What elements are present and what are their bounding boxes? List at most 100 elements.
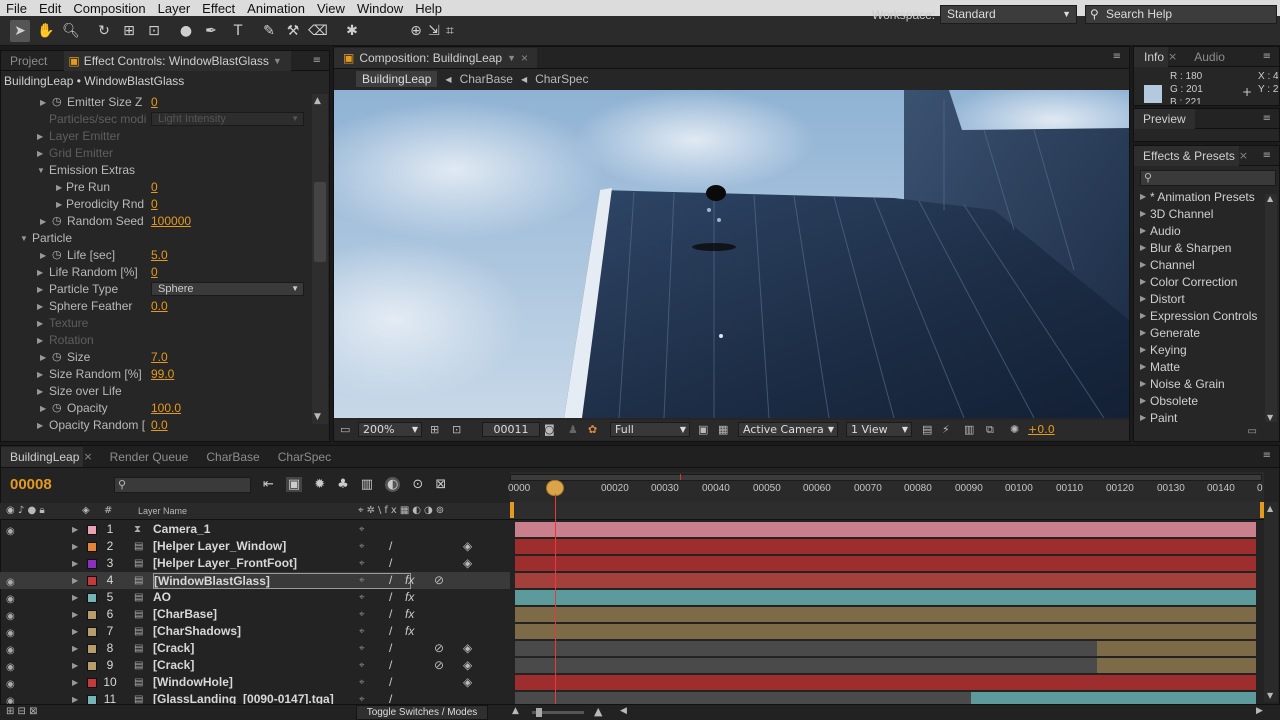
tab-project[interactable]: Project (1, 51, 56, 71)
parent-pickwhip-icon[interactable]: ⌖ (359, 623, 365, 640)
collapsed-triangle-icon[interactable]: ▶ (72, 657, 78, 674)
selection-tool-icon[interactable]: ➤ (10, 20, 30, 42)
effects-category[interactable]: ▶ Blur & Sharpen (1134, 241, 1264, 258)
region-of-interest-icon[interactable]: ▣ (698, 423, 708, 436)
layer-label-color[interactable] (87, 559, 97, 569)
layer-row[interactable]: ◉ ▶ 1 ⧗ Camera_1 ⌖ (0, 521, 510, 538)
layer-name[interactable]: [WindowBlastGlass] (153, 573, 411, 589)
collapsed-triangle-icon[interactable]: ▶ (37, 417, 43, 434)
view-layout-select[interactable]: 1 View ▼ (846, 422, 912, 437)
effect-property-value[interactable]: 99.0 (151, 366, 174, 383)
camera-tool-icon[interactable]: ⊞ (119, 20, 139, 42)
menu-edit[interactable]: Edit (33, 1, 67, 16)
expanded-triangle-icon[interactable]: ▼ (37, 162, 45, 179)
layer-duration-bar[interactable] (515, 539, 1256, 554)
effect-property-row[interactable]: ▶ Sphere Feather 0.0 (0, 298, 310, 315)
collapsed-triangle-icon[interactable]: ▶ (72, 640, 78, 657)
close-icon[interactable]: × (83, 450, 92, 463)
parent-pickwhip-icon[interactable]: ⌖ (359, 657, 365, 674)
rotate-tool-icon[interactable]: ↻ (94, 20, 114, 42)
brainstorm-icon[interactable]: ⊠ (435, 477, 446, 492)
tab-info[interactable]: Info (1134, 46, 1169, 67)
effect-property-value[interactable]: 0.0 (151, 417, 168, 434)
parent-pickwhip-icon[interactable]: ⌖ (359, 538, 365, 555)
comp-mini-flowchart-icon[interactable]: ⇤ (263, 477, 274, 492)
menu-layer[interactable]: Layer (152, 1, 197, 16)
stopwatch-icon[interactable]: ◷ (52, 349, 62, 366)
effect-property-row[interactable]: ▶ Perodicity Rnd 0 (0, 196, 310, 213)
layer-row[interactable]: ◉ ▶ 11 ▤ [GlassLanding_[0090-0147].tga] ⌖ / (0, 691, 510, 704)
layer-duration-bar[interactable] (515, 675, 1256, 690)
quality-icon[interactable]: / (389, 589, 392, 606)
effects-search-input[interactable]: ⚲ (1140, 170, 1276, 186)
live-update-icon[interactable]: ▣ (285, 477, 303, 492)
quality-icon[interactable]: / (389, 691, 392, 704)
layer-name[interactable]: [WindowHole] (153, 674, 233, 691)
effect-property-value[interactable]: 0 (151, 264, 158, 281)
composition-viewer[interactable] (334, 90, 1129, 418)
quality-icon[interactable]: / (389, 674, 392, 691)
collapsed-triangle-icon[interactable]: ▶ (37, 145, 43, 162)
collapsed-triangle-icon[interactable]: ▶ (72, 538, 78, 555)
collapsed-triangle-icon[interactable]: ▶ (37, 298, 43, 315)
resolution-select[interactable]: Full ▼ (610, 422, 690, 437)
layer-duration-bar[interactable] (515, 590, 1256, 605)
hide-shy-layers-icon[interactable]: ♣ (337, 477, 349, 492)
effect-property-row[interactable]: ▶Particles/sec modiLight Intensity▼ (0, 111, 310, 128)
work-area-bar[interactable] (510, 474, 1262, 481)
effects-category[interactable]: ▶ Color Correction (1134, 275, 1264, 292)
parent-pickwhip-icon[interactable]: ⌖ (359, 606, 365, 623)
menu-file[interactable]: File (0, 1, 33, 16)
effect-scrollbar[interactable]: ▲ ▼ (312, 94, 328, 424)
effect-property-row[interactable]: ▶ Opacity Random [0.0 (0, 417, 310, 434)
layer-row[interactable]: ◉ ▶ 5 ▤ AO ⌖ / fx (0, 589, 510, 606)
menu-composition[interactable]: Composition (67, 1, 151, 16)
layer-row[interactable]: ◉ ▶ 9 ▤ [Crack] ⌖ / ◈ ⊘ (0, 657, 510, 674)
effect-property-dropdown[interactable]: Light Intensity ▼ (151, 112, 304, 126)
layer-row[interactable]: ◉ ▶ 4 ▤ [WindowBlastGlass] ⌖ / fx ⊘ (0, 572, 510, 589)
shape-tool-icon[interactable]: ● (176, 20, 196, 42)
menu-window[interactable]: Window (351, 1, 409, 16)
layer-row[interactable]: ▶ 2 ▤ [Helper Layer_Window] ⌖ / ◈ (0, 538, 510, 555)
close-icon[interactable]: × (1239, 149, 1248, 162)
scroll-thumb[interactable] (314, 182, 326, 262)
layer-duration-bar[interactable] (971, 692, 1256, 704)
layer-label-color[interactable] (87, 695, 97, 704)
collapsed-triangle-icon[interactable]: ▶ (72, 674, 78, 691)
effect-property-row[interactable]: ▶ Layer Emitter (0, 128, 310, 145)
footer-toggle-icons[interactable]: ⊞ ⊟ ⊠ (6, 706, 38, 717)
collapsed-triangle-icon[interactable]: ▶ (37, 366, 43, 383)
effects-category[interactable]: ▶ * Animation Presets (1134, 190, 1264, 207)
panel-options-icon[interactable]: ≡ (1113, 51, 1121, 62)
tab-timeline-charbase[interactable]: CharBase (197, 447, 268, 467)
snapshot-icon[interactable]: ◙ (544, 423, 555, 436)
quality-icon[interactable]: / (389, 640, 392, 657)
3d-layer-icon[interactable]: ◈ (463, 640, 472, 657)
effects-category[interactable]: ▶ Keying (1134, 343, 1264, 360)
mask-visibility-icon[interactable]: ⊡ (452, 423, 461, 436)
motion-blur-switch-icon[interactable]: ⊘ (434, 572, 444, 589)
layer-row[interactable]: ◉ ▶ 10 ▤ [WindowHole] ⌖ / ◈ (0, 674, 510, 691)
collapsed-triangle-icon[interactable]: ▶ (56, 179, 62, 196)
layer-label-color[interactable] (87, 661, 97, 671)
pan-behind-tool-icon[interactable]: ⊡ (144, 20, 164, 42)
panel-options-icon[interactable]: ≡ (1263, 51, 1271, 62)
layer-label-color[interactable] (87, 644, 97, 654)
effect-property-row[interactable]: ▶ Rotation (0, 332, 310, 349)
safe-zones-icon[interactable]: ⊞ (430, 423, 439, 436)
collapsed-triangle-icon[interactable]: ▶ (40, 94, 46, 111)
scroll-right-icon[interactable]: ▶ (1256, 706, 1263, 716)
tab-render-queue[interactable]: Render Queue (101, 447, 198, 467)
layer-name[interactable]: [CharShadows] (153, 623, 241, 640)
layer-row[interactable]: ◉ ▶ 7 ▤ [CharShadows] ⌖ / fx (0, 623, 510, 640)
parent-pickwhip-icon[interactable]: ⌖ (359, 589, 365, 606)
layer-row[interactable]: ▶ 3 ▤ [Helper Layer_FrontFoot] ⌖ / ◈ (0, 555, 510, 572)
tab-effects-presets[interactable]: Effects & Presets (1134, 145, 1239, 166)
scroll-up-icon[interactable]: ▲ (1264, 502, 1278, 515)
effect-property-row[interactable]: ▶ Life Random [%] 0 (0, 264, 310, 281)
3d-layer-icon[interactable]: ◈ (463, 555, 472, 572)
effect-property-dropdown[interactable]: Sphere ▼ (151, 282, 304, 296)
layer-duration-bar[interactable] (1097, 658, 1256, 673)
timeline-zoom-slider[interactable] (532, 708, 584, 717)
effects-category[interactable]: ▶ Noise & Grain (1134, 377, 1264, 394)
